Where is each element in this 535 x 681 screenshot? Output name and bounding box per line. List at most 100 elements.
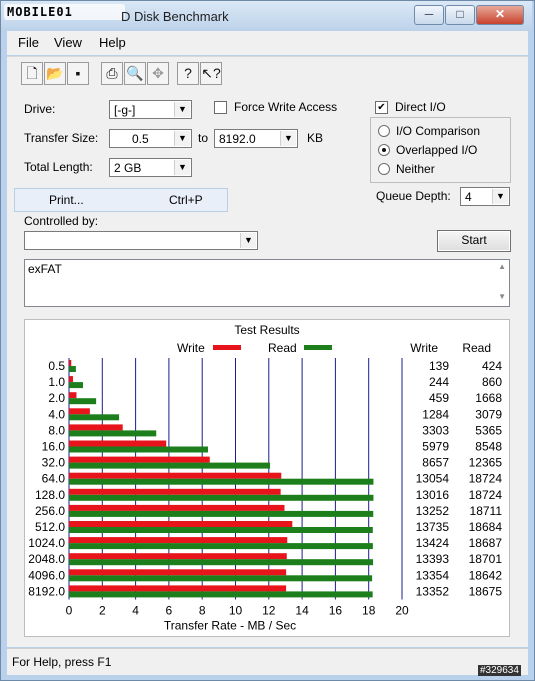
category-label: 0.5 bbox=[48, 359, 65, 373]
category-label: 128.0 bbox=[35, 488, 65, 502]
x-tick-label: 2 bbox=[99, 604, 106, 618]
start-button[interactable]: Start bbox=[437, 230, 511, 252]
x-tick-label: 10 bbox=[229, 604, 243, 618]
chevron-down-icon[interactable]: ▼ bbox=[492, 189, 508, 204]
x-tick-label: 20 bbox=[395, 604, 409, 618]
read-bar bbox=[69, 591, 373, 598]
chevron-down-icon[interactable]: ▼ bbox=[174, 131, 190, 146]
legend-read-swatch bbox=[304, 345, 332, 350]
x-tick-label: 6 bbox=[166, 604, 173, 618]
read-bar bbox=[69, 559, 374, 566]
read-value: 18675 bbox=[469, 584, 503, 598]
transfer-size-from-select[interactable]: 0.5 ▼ bbox=[109, 129, 192, 148]
write-value: 3303 bbox=[422, 423, 449, 437]
chevron-down-icon[interactable]: ▼ bbox=[240, 233, 256, 248]
context-help-icon[interactable]: ↖? bbox=[200, 62, 222, 85]
window-title: D Disk Benchmark bbox=[121, 9, 229, 24]
new-icon[interactable]: 🗋 bbox=[21, 62, 43, 85]
total-length-select[interactable]: 2 GB ▼ bbox=[109, 158, 192, 177]
description-textarea[interactable]: exFAT ▲ ▼ bbox=[24, 259, 510, 307]
minimize-button[interactable]: ─ bbox=[414, 5, 444, 25]
write-value: 13016 bbox=[416, 488, 450, 502]
direct-io-label: Direct I/O bbox=[395, 100, 446, 114]
write-bar bbox=[69, 424, 123, 431]
open-icon[interactable]: 📂 bbox=[44, 62, 66, 85]
x-tick-label: 14 bbox=[295, 604, 309, 618]
legend-read-label: Read bbox=[268, 341, 297, 355]
read-bar bbox=[69, 478, 374, 485]
read-value: 18724 bbox=[469, 488, 503, 502]
transfer-to-value: 8192.0 bbox=[219, 132, 256, 146]
write-value: 13054 bbox=[416, 472, 450, 486]
io-comparison-radio[interactable] bbox=[378, 125, 390, 137]
read-bar bbox=[69, 462, 271, 469]
print-menu-item[interactable]: Print... Ctrl+P bbox=[14, 188, 228, 212]
controlled-by-select[interactable]: ▼ bbox=[24, 231, 258, 250]
close-button[interactable]: ✕ bbox=[476, 5, 524, 25]
chevron-down-icon[interactable]: ▼ bbox=[174, 160, 190, 175]
x-axis-label: Transfer Rate - MB / Sec bbox=[164, 619, 296, 633]
help-icon[interactable]: ? bbox=[177, 62, 199, 85]
category-label: 512.0 bbox=[35, 520, 65, 534]
read-value: 3079 bbox=[475, 407, 502, 421]
write-value: 139 bbox=[429, 359, 449, 373]
chevron-down-icon[interactable]: ▼ bbox=[174, 102, 190, 117]
write-bar bbox=[69, 392, 77, 399]
read-bar bbox=[69, 430, 157, 437]
queue-depth-select[interactable]: 4 ▼ bbox=[460, 187, 510, 206]
menu-help[interactable]: Help bbox=[99, 35, 126, 50]
overlapped-io-label: Overlapped I/O bbox=[396, 143, 478, 157]
print-icon[interactable]: ⎙ bbox=[101, 62, 123, 85]
print-shortcut: Ctrl+P bbox=[169, 193, 203, 207]
drive-select[interactable]: [-g-] ▼ bbox=[109, 100, 192, 119]
force-write-checkbox[interactable] bbox=[214, 101, 227, 114]
scroll-down-icon[interactable]: ▼ bbox=[498, 292, 506, 301]
category-label: 2.0 bbox=[48, 391, 65, 405]
category-label: 4096.0 bbox=[28, 568, 65, 582]
chevron-down-icon[interactable]: ▼ bbox=[280, 131, 296, 146]
category-label: 2048.0 bbox=[28, 552, 65, 566]
print-preview-icon[interactable]: 🔍 bbox=[124, 62, 146, 85]
move-icon[interactable]: ✥ bbox=[147, 62, 169, 85]
category-label: 8.0 bbox=[48, 423, 65, 437]
menu-view[interactable]: View bbox=[54, 35, 82, 50]
write-bar bbox=[69, 537, 288, 544]
mobile01-logo: MOBILE01 bbox=[4, 4, 125, 20]
category-label: 256.0 bbox=[35, 504, 65, 518]
legend-write-label: Write bbox=[177, 341, 205, 355]
write-value: 13735 bbox=[416, 520, 450, 534]
write-bar bbox=[69, 376, 73, 383]
read-value: 18711 bbox=[470, 504, 503, 518]
transfer-size-to-select[interactable]: 8192.0 ▼ bbox=[214, 129, 298, 148]
test-results-panel: Test Results Write Read Write Read 0.5 139 424 1… bbox=[24, 319, 510, 637]
neither-radio[interactable] bbox=[378, 163, 390, 175]
write-bar bbox=[69, 521, 293, 527]
overlapped-io-radio[interactable] bbox=[378, 144, 390, 156]
read-bar bbox=[69, 446, 208, 453]
main-panel: Drive: [-g-] ▼ Force Write Access ✔ Dire… bbox=[7, 89, 528, 647]
write-value: 8657 bbox=[422, 456, 449, 470]
transfer-from-value: 0.5 bbox=[132, 132, 149, 146]
write-bar bbox=[69, 456, 210, 463]
title-bar[interactable]: MOBILE01 D Disk Benchmark ─ □ ✕ bbox=[1, 1, 532, 31]
category-label: 32.0 bbox=[42, 456, 66, 470]
menu-bar: File View Help bbox=[7, 31, 528, 55]
print-label: Print... bbox=[49, 193, 84, 207]
save-icon[interactable]: ▪ bbox=[67, 62, 89, 85]
category-label: 64.0 bbox=[42, 472, 66, 486]
total-length-value: 2 GB bbox=[114, 161, 142, 175]
x-tick-label: 4 bbox=[132, 604, 139, 618]
watermark: #329634 bbox=[478, 665, 521, 676]
maximize-button[interactable]: □ bbox=[445, 5, 475, 25]
direct-io-checkbox[interactable]: ✔ bbox=[375, 101, 388, 114]
scroll-up-icon[interactable]: ▲ bbox=[498, 262, 506, 271]
read-value: 18687 bbox=[469, 536, 503, 550]
write-bar bbox=[69, 488, 281, 495]
menu-file[interactable]: File bbox=[18, 35, 39, 50]
read-value: 5365 bbox=[475, 423, 502, 437]
drive-value: [-g-] bbox=[114, 103, 136, 117]
read-bar bbox=[69, 398, 97, 405]
read-value: 424 bbox=[482, 359, 502, 373]
read-value: 1668 bbox=[475, 391, 502, 405]
test-results-chart: Test Results Write Read Write Read 0.5 139 424 1… bbox=[28, 323, 503, 633]
